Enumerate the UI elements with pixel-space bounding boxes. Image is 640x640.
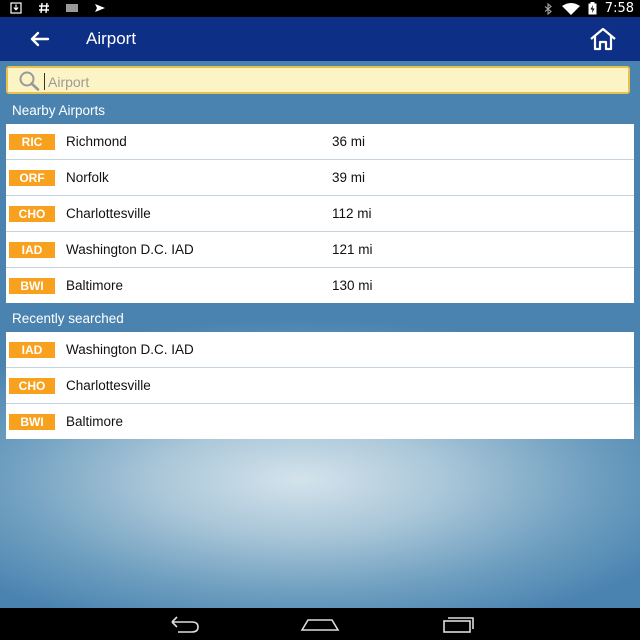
battery-icon [588, 2, 597, 15]
home-icon[interactable] [588, 26, 618, 52]
wifi-icon [561, 2, 580, 15]
search-icon [19, 71, 40, 91]
home-nav-icon[interactable] [300, 614, 340, 634]
page-title: Airport [86, 29, 137, 48]
airport-code-badge: BWI [9, 278, 55, 294]
airport-code-badge: IAD [9, 342, 55, 358]
airport-distance: 130 mi [332, 278, 373, 293]
nearby-airports-list: RIC Richmond 36 mi ORF Norfolk 39 mi CHO… [6, 124, 634, 303]
bluetooth-icon [544, 2, 552, 15]
airport-city: Baltimore [66, 414, 124, 429]
send-icon [95, 4, 105, 12]
barcode-icon [66, 4, 78, 12]
list-item[interactable]: RIC Richmond 36 mi [6, 124, 634, 160]
airport-city: Charlottesville [66, 378, 151, 393]
airport-city: Baltimore [66, 278, 124, 293]
status-bar: 7:58 [0, 0, 640, 17]
airport-distance: 112 mi [332, 206, 372, 221]
airport-city: Norfolk [66, 170, 109, 185]
airport-city: Washington D.C. IAD [66, 342, 194, 357]
list-item[interactable]: CHO Charlottesville 112 mi [6, 196, 634, 232]
airport-city: Charlottesville [66, 206, 151, 221]
airport-code-badge: BWI [9, 414, 55, 430]
airport-code-badge: ORF [9, 170, 55, 186]
app-bar: Airport [0, 17, 640, 61]
list-item[interactable]: CHO Charlottesville [6, 368, 634, 404]
download-icon [10, 2, 22, 14]
back-nav-icon[interactable] [164, 614, 204, 634]
list-item[interactable]: BWI Baltimore [6, 404, 634, 439]
list-item[interactable]: IAD Washington D.C. IAD 121 mi [6, 232, 634, 268]
search-box[interactable] [6, 66, 630, 94]
list-item[interactable]: IAD Washington D.C. IAD [6, 332, 634, 368]
hash-icon [39, 2, 49, 14]
search-input[interactable] [46, 70, 610, 94]
status-time: 7:58 [604, 1, 634, 16]
recent-airports-list: IAD Washington D.C. IAD CHO Charlottesvi… [6, 332, 634, 439]
text-cursor [44, 73, 45, 90]
airport-city: Washington D.C. IAD [66, 242, 194, 257]
airport-distance: 39 mi [332, 170, 366, 185]
list-item[interactable]: ORF Norfolk 39 mi [6, 160, 634, 196]
recents-nav-icon[interactable] [438, 614, 478, 634]
airport-code-badge: CHO [9, 206, 55, 222]
status-bar-left-icons [10, 2, 106, 14]
airport-distance: 36 mi [332, 134, 366, 149]
airport-code-badge: CHO [9, 378, 55, 394]
status-bar-right-icons: 7:58 [542, 1, 634, 16]
nearby-section-title: Nearby Airports [12, 103, 106, 118]
system-nav-bar [0, 608, 640, 640]
airport-code-badge: IAD [9, 242, 55, 258]
airport-code-badge: RIC [9, 134, 55, 150]
airport-city: Richmond [66, 134, 127, 149]
arrow-left-icon[interactable] [26, 27, 54, 51]
airport-distance: 121 mi [332, 242, 373, 257]
recent-section-title: Recently searched [12, 311, 124, 326]
list-item[interactable]: BWI Baltimore 130 mi [6, 268, 634, 303]
